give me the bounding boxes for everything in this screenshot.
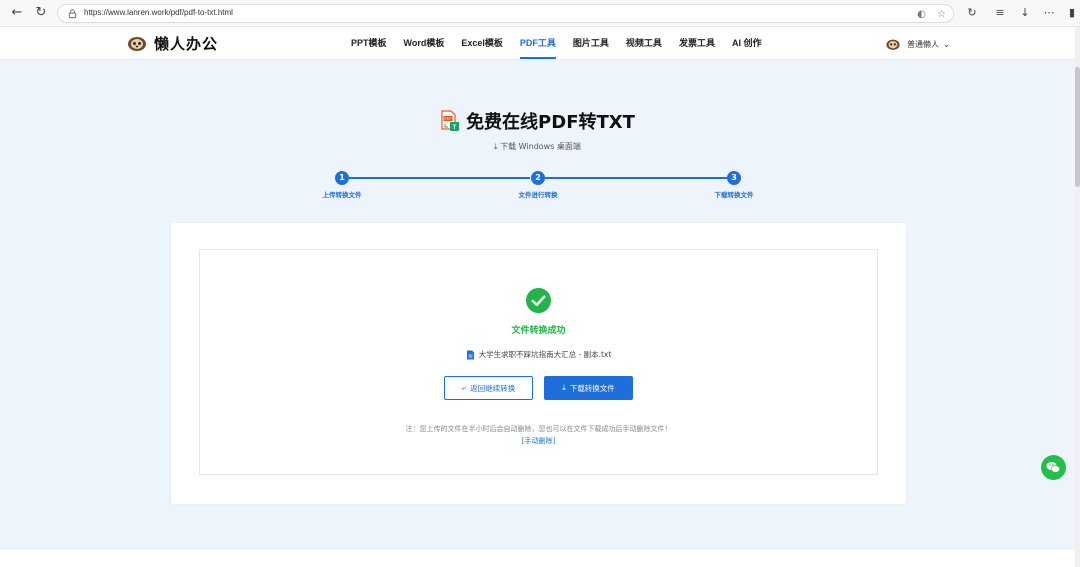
converted-file: 大学生求职不踩坑指南大汇总 - 副本.txt <box>200 349 877 360</box>
nav-word-templates[interactable]: Word模板 <box>404 27 445 60</box>
nav-invoice-tools[interactable]: 发票工具 <box>679 27 715 60</box>
step-2-label: 文件进行转换 <box>518 191 558 199</box>
wechat-icon <box>1046 462 1060 473</box>
svg-text:PDF: PDF <box>445 117 452 121</box>
chevron-down-icon: ⌄ <box>943 39 950 49</box>
translate-icon[interactable]: ◐ <box>915 8 928 21</box>
more-options-icon[interactable]: ⋯ <box>1041 5 1057 21</box>
favorite-star-icon[interactable]: ☆ <box>935 8 948 21</box>
browser-toolbar: ← ↻ https://www.lanren.work/pdf/pdf-to-t… <box>0 0 1080 27</box>
nav-video-tools[interactable]: 视频工具 <box>626 27 662 60</box>
favorites-icon[interactable]: ≡ <box>992 5 1008 21</box>
extensions-icon[interactable]: ↻ <box>964 5 980 21</box>
page-info-icon[interactable] <box>67 8 78 19</box>
step-1-label: 上传转换文件 <box>322 191 362 199</box>
step-2-marker: 2 <box>531 171 545 185</box>
result-panel: 文件转换成功 大学生求职不踩坑指南大汇总 - 副本.txt ⤶ 返回继续转换 ⤓… <box>199 249 878 475</box>
download-icon: ⤓ <box>562 383 566 392</box>
page-title: 免费在线PDF转TXT <box>466 112 635 133</box>
url-text: https://www.lanren.work/pdf/pdf-to-txt.h… <box>84 8 233 17</box>
file-icon <box>466 350 474 359</box>
step-connector <box>545 177 727 179</box>
download-desktop-label: 下载 Windows 桌面端 <box>500 142 581 151</box>
nav-pdf-tools[interactable]: PDF工具 <box>519 27 556 60</box>
sloth-logo-icon <box>128 37 146 51</box>
nav-ai-create[interactable]: AI 创作 <box>732 27 762 60</box>
page-title-row: PDF T 免费在线PDF转TXT <box>0 108 1075 134</box>
site-logo[interactable]: 懒人办公 <box>126 33 218 53</box>
nav-excel-templates[interactable]: Excel模板 <box>461 27 503 60</box>
progress-stepper: 1 2 3 上传转换文件 文件进行转换 下载转换文件 <box>0 170 1075 200</box>
avatar <box>886 39 900 50</box>
back-arrow-icon[interactable]: ← <box>8 4 26 22</box>
nav-image-tools[interactable]: 图片工具 <box>573 27 609 60</box>
step-3-marker: 3 <box>727 171 741 185</box>
user-menu[interactable]: 普通懒人 ⌄ <box>885 35 950 53</box>
result-card: 文件转换成功 大学生求职不踩坑指南大汇总 - 副本.txt ⤶ 返回继续转换 ⤓… <box>171 223 906 504</box>
sidebar-icon[interactable]: ▮ <box>1064 5 1080 21</box>
nav-ppt-templates[interactable]: PPT模板 <box>351 27 387 60</box>
user-name: 普通懒人 <box>907 39 939 49</box>
continue-convert-label: 返回继续转换 <box>470 383 516 393</box>
scroll-thumb[interactable] <box>1075 67 1080 187</box>
main-nav: PPT模板 Word模板 Excel模板 PDF工具 图片工具 视频工具 发票工… <box>351 27 778 60</box>
wechat-float-button[interactable] <box>1041 455 1066 480</box>
page-scrollbar[interactable] <box>1075 27 1080 567</box>
svg-text:T: T <box>453 125 457 131</box>
manual-delete-link[interactable]: [手动删除] <box>200 436 877 446</box>
reply-arrow-icon: ⤶ <box>461 383 467 392</box>
step-connector <box>349 177 530 179</box>
refresh-icon[interactable]: ↻ <box>32 4 50 22</box>
step-1-marker: 1 <box>335 171 349 185</box>
success-check-icon <box>525 287 552 314</box>
continue-convert-button[interactable]: ⤶ 返回继续转换 <box>444 376 533 400</box>
pdf-to-txt-icon: PDF T <box>441 110 460 131</box>
download-file-button[interactable]: ⤓ 下载转换文件 <box>544 376 633 400</box>
file-name: 大学生求职不踩坑指南大汇总 - 副本.txt <box>478 350 612 359</box>
address-bar[interactable]: https://www.lanren.work/pdf/pdf-to-txt.h… <box>57 4 954 23</box>
success-message: 文件转换成功 <box>511 326 566 336</box>
site-header: 懒人办公 PPT模板 Word模板 Excel模板 PDF工具 图片工具 视频工… <box>0 27 1075 60</box>
downloads-icon[interactable]: ↓ <box>1017 5 1033 21</box>
step-3-label: 下载转换文件 <box>714 191 754 199</box>
auto-delete-note: 注：您上传的文件在半小时后会自动删除，您也可以在文件下载成功后手动删除文件！ <box>405 425 672 433</box>
download-desktop-link[interactable]: ⤓ 下载 Windows 桌面端 <box>0 141 1075 152</box>
download-file-label: 下载转换文件 <box>569 383 615 393</box>
footer-band <box>0 550 1075 567</box>
logo-text: 懒人办公 <box>154 34 219 53</box>
